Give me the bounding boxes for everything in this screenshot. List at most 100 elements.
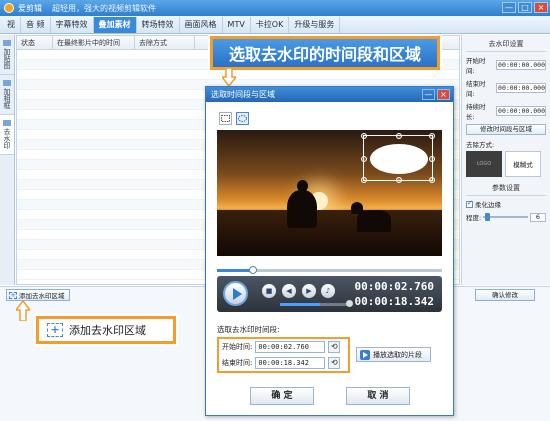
frame-icon	[3, 80, 11, 86]
seek-bar[interactable]	[217, 261, 442, 274]
menu-tab-karaoke[interactable]: 卡拉OK	[251, 17, 290, 33]
method-select[interactable]: 模糊式	[505, 151, 541, 177]
current-time: 00:00:02.760	[354, 280, 434, 293]
resize-handle[interactable]	[396, 133, 402, 139]
time-display: 00:00:02.760 00:00:18.342	[355, 279, 434, 309]
volume-handle[interactable]	[346, 300, 353, 307]
dialog-minimize-button[interactable]: —	[422, 89, 435, 100]
resize-handle[interactable]	[429, 133, 435, 139]
resize-handle[interactable]	[361, 156, 367, 162]
reset-start-icon[interactable]: ⟲	[328, 341, 341, 353]
menu-tab-style[interactable]: 画面风格	[180, 17, 223, 33]
column-time: 在最终影片中的时间	[53, 35, 135, 50]
side-tab-label: 去水印	[3, 128, 11, 149]
play-selection-button[interactable]: 播放选取的片段	[356, 347, 431, 362]
column-method: 去除方式	[135, 35, 195, 50]
confirm-edit-button[interactable]: 确认修改	[475, 289, 535, 301]
ellipse-tool-icon[interactable]	[236, 112, 249, 125]
minimize-button[interactable]: —	[502, 2, 516, 13]
section-label: 选取去水印时间段:	[217, 325, 280, 334]
watermark-selection-box[interactable]	[361, 133, 435, 183]
method-label: 去除方式:	[466, 141, 495, 149]
callout-select-region: 选取去水印的时间段和区域	[210, 36, 440, 70]
meditating-person-silhouette	[287, 180, 317, 228]
side-tab-watermark[interactable]: 去水印	[0, 115, 14, 155]
selection-ellipse	[370, 144, 428, 174]
duration-field[interactable]: 00:00:00.000	[496, 106, 546, 116]
method-thumbnail: LOGO	[466, 151, 502, 177]
callout-add-label: 添加去水印区域	[69, 324, 146, 337]
resize-handle[interactable]	[429, 177, 435, 183]
overlay-side-tabs: 加贴图 加相框 去水印	[0, 35, 15, 285]
play-button[interactable]	[223, 281, 248, 306]
resize-handle[interactable]	[429, 156, 435, 162]
main-menu: 视 音 频 字幕特效 叠加素材 转场特效 画面风格 MTV 卡拉OK 升级与服务	[0, 16, 550, 34]
add-button-label: 添加去水印区域	[19, 292, 65, 300]
dialog-end-field[interactable]: 00:00:18.342	[255, 357, 326, 369]
add-watermark-region-button[interactable]: + 添加去水印区域	[6, 289, 70, 301]
duration-label: 持续时长:	[466, 103, 486, 121]
dialog-start-label: 开始时间:	[222, 343, 253, 351]
stop-icon[interactable]: ■	[262, 284, 276, 298]
edit-range-button[interactable]: 修改时间段与区域	[466, 124, 546, 135]
callout-add-region: + 添加去水印区域	[36, 316, 176, 344]
menu-tab-transition[interactable]: 转场特效	[137, 17, 180, 33]
dialog-end-label: 结束时间:	[222, 359, 253, 367]
side-tab-label: 加贴图	[3, 48, 11, 69]
side-tab-frame[interactable]: 加相框	[0, 75, 14, 115]
dialog-start-field[interactable]: 00:00:02.760	[255, 341, 326, 353]
cancel-button[interactable]: 取 消	[346, 387, 410, 405]
start-time-label: 开始时间:	[466, 57, 486, 75]
level-slider[interactable]	[483, 213, 528, 221]
dog-silhouette	[351, 202, 391, 232]
menu-tab-upgrade[interactable]: 升级与服务	[289, 17, 341, 33]
seek-handle[interactable]	[249, 266, 257, 274]
window-controls: — □ ×	[502, 2, 548, 13]
resize-handle[interactable]	[396, 177, 402, 183]
watermark-icon	[3, 120, 11, 126]
end-time-field[interactable]: 00:00:00.000	[496, 83, 546, 93]
app-name: 爱剪辑	[18, 3, 42, 13]
next-frame-icon[interactable]: ▶	[302, 284, 316, 298]
dialog-close-button[interactable]: ×	[437, 89, 450, 100]
app-slogan: 超轻用，强大的视频剪辑软件	[52, 3, 156, 13]
column-status: 状态	[17, 35, 53, 50]
menu-tab-overlay[interactable]: 叠加素材	[93, 17, 137, 33]
rectangle-tool-icon[interactable]	[219, 112, 232, 125]
add-region-icon: +	[9, 290, 17, 299]
region-tools	[206, 102, 453, 130]
volume-slider[interactable]	[280, 300, 353, 307]
play-selection-icon	[360, 349, 370, 360]
soften-edge-label: 柔化边缘	[475, 201, 501, 209]
dialog-title-bar: 选取时间段与区域 — ×	[206, 87, 453, 102]
arrow-up-icon	[16, 301, 30, 321]
menu-tab-audio[interactable]: 音 频	[21, 17, 51, 33]
thumb-text: LOGO	[476, 161, 492, 167]
menu-tab-mtv[interactable]: MTV	[223, 17, 251, 33]
resize-handle[interactable]	[361, 133, 367, 139]
dialog-title: 选取时间段与区域	[211, 90, 275, 99]
resize-handle[interactable]	[361, 177, 367, 183]
close-button[interactable]: ×	[534, 2, 548, 13]
level-value[interactable]: 6	[530, 212, 546, 222]
menu-tab-subtitle[interactable]: 字幕特效	[51, 17, 94, 33]
soften-edge-checkbox[interactable]	[466, 199, 473, 208]
params-title: 参数设置	[466, 183, 546, 196]
reset-end-icon[interactable]: ⟲	[328, 357, 341, 369]
total-time: 00:00:18.342	[354, 295, 434, 308]
maximize-button[interactable]: □	[518, 2, 532, 13]
level-slider-handle[interactable]	[485, 213, 491, 221]
prev-frame-icon[interactable]: ◀	[282, 284, 296, 298]
add-region-icon: +	[47, 323, 63, 337]
select-range-dialog: 选取时间段与区域 — × ■ ◀ ▶ ♪ 00:00:02.760 00:00:…	[205, 86, 454, 416]
start-time-field[interactable]: 00:00:00.000	[496, 60, 546, 70]
ok-button[interactable]: 确 定	[250, 387, 314, 405]
player-controls: ■ ◀ ▶ ♪ 00:00:02.760 00:00:18.342	[217, 276, 442, 312]
menu-tab-video[interactable]: 视	[2, 17, 21, 33]
sticker-icon	[3, 40, 11, 46]
side-tab-sticker[interactable]: 加贴图	[0, 35, 14, 75]
video-preview[interactable]	[217, 130, 442, 256]
level-slider-row: 程度: 6	[466, 212, 546, 222]
end-time-label: 结束时间:	[466, 80, 486, 98]
volume-icon[interactable]: ♪	[321, 284, 335, 298]
